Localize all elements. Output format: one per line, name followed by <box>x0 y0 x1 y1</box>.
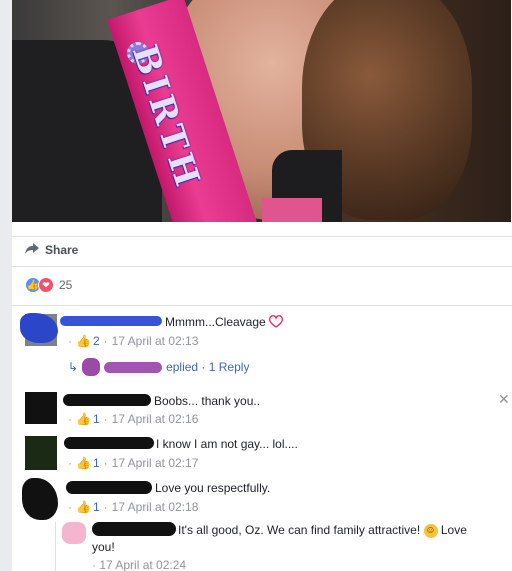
comment-likes[interactable]: 👍 2 <box>76 334 100 348</box>
comment-meta: · 👍 2 · 17 April at 02:13 <box>68 334 199 348</box>
comment-text: Mmmm...Cleavage <box>165 315 284 331</box>
share-label: Share <box>45 243 79 257</box>
redaction-scribble <box>92 522 176 536</box>
comment-time[interactable]: 17 April at 02:13 <box>112 334 199 348</box>
heart-icon: ❤ <box>38 277 54 293</box>
grinning-face-icon: ☺ <box>423 523 438 538</box>
redaction-scribble <box>60 316 162 326</box>
reply-meta: · 17 April at 02:24 <box>92 558 186 571</box>
thumbs-up-icon: 👍 <box>76 412 91 426</box>
divider <box>12 236 512 237</box>
thumbs-up-icon: 👍 <box>76 334 91 348</box>
view-replies-link[interactable]: ↳ eplied · 1 Reply <box>68 358 249 376</box>
redaction-scribble <box>64 437 154 449</box>
thumbs-up-icon: 👍 <box>76 500 91 514</box>
avatar[interactable] <box>25 436 57 470</box>
comment-meta: · 👍 1 · 17 April at 02:17 <box>68 456 199 470</box>
comment-likes[interactable]: 👍 1 <box>76 456 100 470</box>
comment-meta: · 👍 1 · 17 April at 02:18 <box>68 500 199 514</box>
share-arrow-icon <box>25 242 39 258</box>
comment-likes[interactable]: 👍 1 <box>76 412 100 426</box>
divider <box>12 266 512 267</box>
redaction-scribble <box>63 394 151 406</box>
post-photo[interactable]: BIRTH <box>12 0 511 222</box>
reply-text: It's all good, Oz. We can find family at… <box>178 523 467 538</box>
reply-text-continued: you! <box>92 540 115 554</box>
thumbs-up-icon: 👍 <box>76 456 91 470</box>
comment-time[interactable]: 17 April at 02:18 <box>112 500 199 514</box>
reply-thread-line <box>55 522 56 571</box>
comment-likes[interactable]: 👍 1 <box>76 500 100 514</box>
reply-arrow-icon: ↳ <box>68 360 79 374</box>
avatar <box>82 358 101 376</box>
comment-time[interactable]: 17 April at 02:17 <box>112 456 199 470</box>
share-button[interactable]: Share <box>25 240 78 260</box>
redaction-scribble <box>104 361 163 373</box>
close-icon[interactable]: ✕ <box>498 391 510 408</box>
reaction-count: 25 <box>59 278 73 292</box>
comment-time[interactable]: 17 April at 02:16 <box>112 412 199 426</box>
divider <box>12 305 512 306</box>
comment-meta: · 👍 1 · 17 April at 02:16 <box>68 412 199 426</box>
reactions-summary[interactable]: 👍 ❤ 25 <box>25 277 72 293</box>
heart-icon <box>269 315 284 331</box>
reply-time[interactable]: · 17 April at 02:24 <box>92 558 186 571</box>
comment-text: I know I am not gay... lol.... <box>156 437 298 451</box>
comment-text: Love you respectfully. <box>155 481 271 495</box>
comment-text: Boobs... thank you.. <box>154 394 261 408</box>
redaction-scribble <box>66 481 152 494</box>
avatar[interactable] <box>25 392 57 424</box>
avatar[interactable] <box>62 522 86 544</box>
